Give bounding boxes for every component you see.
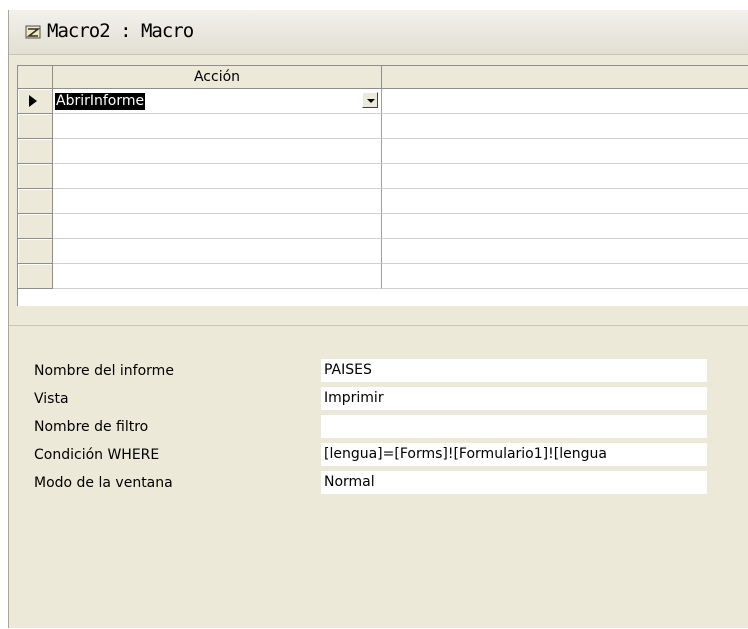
comment-cell[interactable]	[382, 89, 748, 114]
window-mode-field[interactable]: Normal	[321, 471, 707, 494]
label-filter-name: Nombre de filtro	[34, 419, 149, 435]
column-header-comment[interactable]	[382, 66, 748, 88]
row-selector[interactable]	[18, 214, 53, 239]
table-row	[18, 264, 748, 289]
row-selector[interactable]	[18, 89, 53, 114]
label-view: Vista	[34, 391, 69, 407]
action-cell[interactable]	[53, 264, 382, 289]
report-name-field[interactable]: PAISES	[321, 359, 707, 382]
column-header-action[interactable]: Acción	[53, 66, 382, 88]
window-title: Macro2 : Macro	[47, 20, 194, 42]
table-row	[18, 239, 748, 264]
table-row	[18, 164, 748, 189]
action-cell[interactable]	[53, 214, 382, 239]
action-cell[interactable]	[53, 189, 382, 214]
comment-cell[interactable]	[382, 139, 748, 164]
action-value: AbrirInforme	[55, 93, 146, 110]
row-selector[interactable]	[18, 139, 53, 164]
header-corner	[18, 66, 53, 88]
action-cell[interactable]	[53, 164, 382, 189]
comment-cell[interactable]	[382, 164, 748, 189]
chevron-down-icon	[367, 99, 375, 103]
macro-window: Macro2 : Macro Acción AbrirInforme Nombr…	[8, 10, 748, 628]
table-row	[18, 214, 748, 239]
row-selector[interactable]	[18, 164, 53, 189]
action-cell[interactable]: AbrirInforme	[53, 89, 382, 114]
comment-cell[interactable]	[382, 114, 748, 139]
table-row	[18, 139, 748, 164]
action-cell[interactable]	[53, 239, 382, 264]
title-bar[interactable]: Macro2 : Macro	[9, 10, 748, 55]
row-selector[interactable]	[18, 239, 53, 264]
table-row: AbrirInforme	[18, 89, 748, 114]
label-where-condition: Condición WHERE	[34, 447, 160, 463]
label-report-name: Nombre del informe	[34, 363, 174, 379]
row-selector[interactable]	[18, 264, 53, 289]
where-condition-field[interactable]: [lengua]=[Forms]![Formulario1]![lengua	[321, 443, 707, 466]
action-cell[interactable]	[53, 114, 382, 139]
macro-action-grid: Acción AbrirInforme	[17, 65, 748, 306]
comment-cell[interactable]	[382, 239, 748, 264]
comment-cell[interactable]	[382, 264, 748, 289]
action-arguments-panel: Nombre del informe PAISES Vista Imprimir…	[9, 325, 748, 629]
table-row	[18, 189, 748, 214]
row-selector[interactable]	[18, 114, 53, 139]
row-selector[interactable]	[18, 189, 53, 214]
macro-icon	[25, 25, 41, 39]
comment-cell[interactable]	[382, 189, 748, 214]
label-window-mode: Modo de la ventana	[34, 475, 173, 491]
grid-header: Acción	[18, 66, 748, 89]
table-row	[18, 114, 748, 139]
comment-cell[interactable]	[382, 214, 748, 239]
view-field[interactable]: Imprimir	[321, 387, 707, 410]
action-dropdown-button[interactable]	[362, 92, 378, 108]
action-cell[interactable]	[53, 139, 382, 164]
filter-name-field[interactable]	[321, 415, 707, 438]
current-row-arrow-icon	[29, 95, 37, 107]
